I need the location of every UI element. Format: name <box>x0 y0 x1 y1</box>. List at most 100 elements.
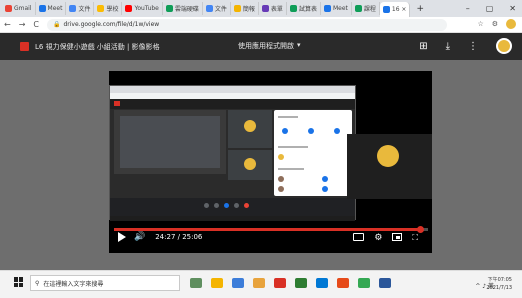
extensions-icon[interactable]: ⚙ <box>492 20 498 28</box>
back-icon[interactable]: ← <box>4 20 11 29</box>
browser-tab[interactable]: 16 × <box>379 2 411 17</box>
browser-tab[interactable]: YouTube <box>122 2 163 15</box>
taskbar-app-icon[interactable] <box>379 278 391 288</box>
more-options-icon[interactable]: ⋮ <box>468 41 478 52</box>
drive-avatar[interactable] <box>496 38 512 54</box>
tab-label: Gmail <box>14 5 32 12</box>
tab-label: Meet <box>47 5 63 12</box>
tab-label: 16 × <box>391 6 407 13</box>
video-progress-bar[interactable] <box>114 226 428 233</box>
time-display: 24:27 / 25:06 <box>155 233 203 241</box>
browser-tab[interactable]: Meet <box>36 2 67 15</box>
new-tab-button[interactable]: + <box>410 4 430 14</box>
browser-tab[interactable]: Meet <box>321 2 352 15</box>
profile-avatar[interactable] <box>506 19 516 29</box>
tab-label: YouTube <box>134 5 159 12</box>
close-button[interactable]: ✕ <box>509 4 516 13</box>
open-with-button[interactable]: 使用應用程式開啟 ▾ <box>238 41 301 51</box>
windows-start-icon[interactable] <box>14 277 24 287</box>
taskbar-app-icon[interactable] <box>232 278 244 288</box>
tab-label: 表單 <box>270 6 283 13</box>
recorded-shared-screen <box>114 110 226 174</box>
taskbar-app-icon[interactable] <box>211 278 223 288</box>
browser-tab[interactable]: 表單 <box>259 2 287 15</box>
address-input[interactable]: 🔒 drive.google.com/file/d/1w/view <box>47 18 447 31</box>
panel-line <box>278 168 304 170</box>
video-scrubber-handle[interactable] <box>416 226 424 233</box>
download-icon[interactable]: ⤓ <box>446 41 450 52</box>
miniplayer-icon[interactable] <box>392 233 403 241</box>
tab-favicon-icon <box>69 5 77 12</box>
chevron-down-icon: ▾ <box>297 41 301 49</box>
tab-label: 雲端硬碟 <box>174 6 199 13</box>
clock-date: 2021/7/13 <box>486 285 512 291</box>
drive-toolbar: ⊞ ⤓ ⋮ <box>419 38 512 54</box>
recorded-taskbar <box>110 216 355 221</box>
recorded-control-dot <box>214 203 219 208</box>
tab-favicon-icon <box>5 5 12 12</box>
taskbar-search-input[interactable]: ⚲ 在這裡輸入文字來搜尋 <box>30 275 180 291</box>
tab-label: 文件 <box>78 6 91 13</box>
reload-icon[interactable]: C <box>33 20 39 29</box>
tab-label: Meet <box>332 5 348 12</box>
taskbar-app-icon[interactable] <box>295 278 307 288</box>
taskbar-app-icon[interactable] <box>358 278 370 288</box>
taskbar-app-icon[interactable] <box>190 278 202 288</box>
browser-tab[interactable]: 簡報 <box>231 2 259 15</box>
taskbar-app-icon[interactable] <box>316 278 328 288</box>
settings-gear-icon[interactable]: ⚙ <box>374 233 382 243</box>
recorded-participant-tile <box>228 150 272 180</box>
tab-favicon-icon <box>165 5 173 12</box>
video-file-icon <box>20 42 29 51</box>
browser-tab[interactable]: Gmail <box>2 2 36 15</box>
recorded-shared-content <box>120 116 220 168</box>
window-controls: – ▢ ✕ <box>466 0 522 17</box>
taskbar-app-icon[interactable] <box>274 278 286 288</box>
recorded-control-dot <box>244 203 249 208</box>
search-icon: ⚲ <box>35 279 40 287</box>
bookmark-star-icon[interactable]: ☆ <box>477 20 483 28</box>
taskbar-search-placeholder: 在這裡輸入文字來搜尋 <box>43 280 104 288</box>
panel-icon <box>334 128 340 134</box>
taskbar-app-icon[interactable] <box>337 278 349 288</box>
clock-time: 下午07:05 <box>487 277 512 283</box>
recorded-participant-avatar <box>244 120 256 132</box>
tab-favicon-icon <box>125 5 133 12</box>
tab-label: 試算表 <box>298 6 317 13</box>
browser-tab[interactable]: 課程 <box>352 2 380 15</box>
tab-favicon-icon <box>382 6 390 13</box>
tab-favicon-icon <box>205 5 213 12</box>
browser-tab[interactable]: 學校 <box>94 2 123 15</box>
minimize-button[interactable]: – <box>466 4 470 13</box>
lock-icon: 🔒 <box>53 21 61 28</box>
video-progress-fill <box>114 228 420 231</box>
play-icon[interactable] <box>118 232 126 242</box>
open-with-label: 使用應用程式開啟 <box>238 42 294 50</box>
address-bar-row: ← → C 🔒 drive.google.com/file/d/1w/view <box>0 17 522 33</box>
browser-tab[interactable]: 試算表 <box>287 2 321 15</box>
player-right-controls: ⚙ ⛶ <box>353 233 418 243</box>
taskbar-clock[interactable]: 下午07:05 2021/7/13 <box>486 276 512 292</box>
panel-icon <box>322 176 328 182</box>
recorded-control-dot <box>224 203 229 208</box>
panel-avatar <box>278 186 284 192</box>
tab-favicon-icon <box>233 5 241 12</box>
participant-avatar <box>377 145 399 167</box>
recorded-people-panel <box>274 110 352 196</box>
player-controls: 🔊 24:27 / 25:06 <box>118 232 202 242</box>
tab-label: 學校 <box>106 6 119 13</box>
panel-icon <box>308 128 314 134</box>
browser-tab[interactable]: 文件 <box>66 2 95 15</box>
captions-icon[interactable] <box>353 233 365 241</box>
taskbar-app-icon[interactable] <box>253 278 265 288</box>
maximize-button[interactable]: ▢ <box>486 4 494 13</box>
volume-icon[interactable]: 🔊 <box>134 232 145 242</box>
fullscreen-icon[interactable]: ⛶ <box>412 233 418 243</box>
browser-tab[interactable]: 雲端硬碟 <box>163 2 203 15</box>
add-to-drive-icon[interactable]: ⊞ <box>419 41 427 52</box>
forward-icon[interactable]: → <box>19 20 26 29</box>
browser-tab[interactable]: 文件 <box>203 2 231 15</box>
recorded-screen <box>109 85 356 221</box>
recorded-participant-avatar <box>244 158 256 170</box>
tab-label: 文件 <box>214 6 227 13</box>
